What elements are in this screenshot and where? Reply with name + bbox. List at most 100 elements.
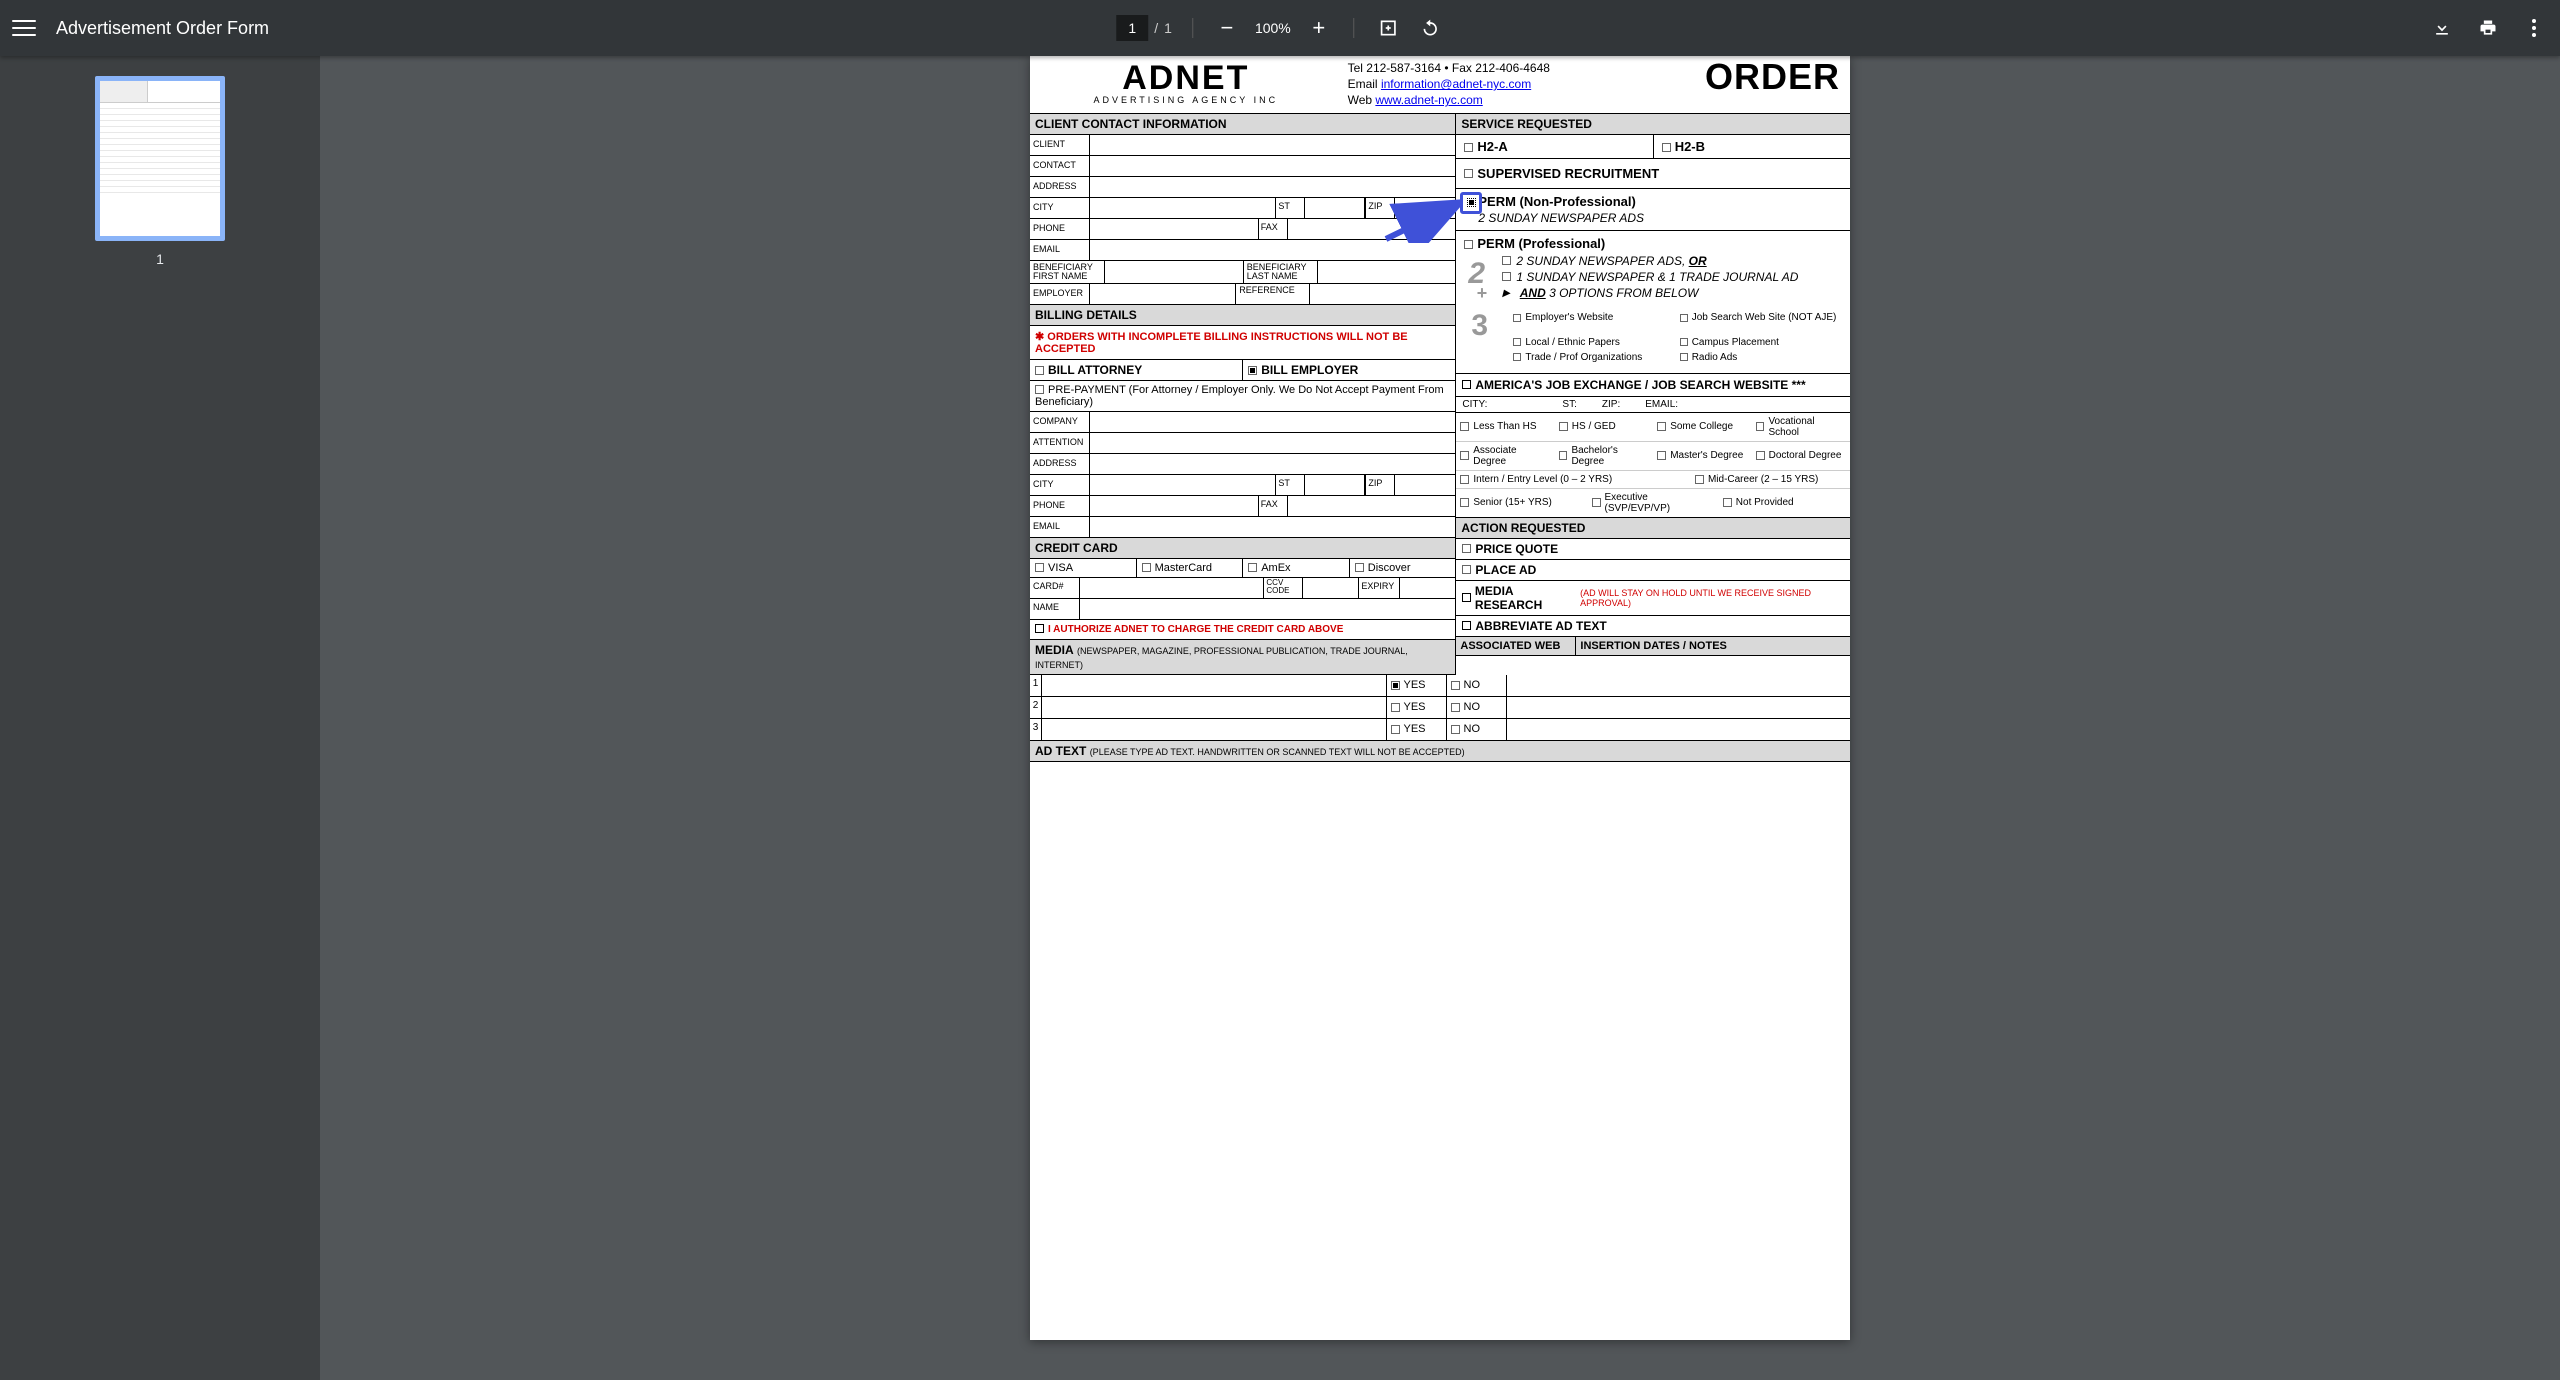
prepay-option[interactable]: PRE-PAYMENT (For Attorney / Employer Onl… — [1030, 381, 1455, 412]
media-num-2: 2 — [1030, 697, 1042, 718]
field-bene-first[interactable] — [1105, 261, 1243, 283]
notes-field-3[interactable] — [1506, 719, 1851, 740]
yn-no-1[interactable]: NO — [1446, 675, 1506, 696]
field-city[interactable] — [1090, 198, 1275, 218]
more-button[interactable] — [2520, 14, 2548, 42]
page-current-input[interactable] — [1116, 15, 1148, 41]
media-field-1[interactable] — [1042, 675, 1386, 696]
opt-job-search[interactable]: Job Search Web Site (NOT AJE) — [1678, 301, 1844, 335]
notes-field-2[interactable] — [1506, 697, 1851, 718]
svc-supervised[interactable]: SUPERVISED RECRUITMENT — [1456, 159, 1850, 189]
exp-midcareer[interactable]: Mid-Career (2 – 15 YRS) — [1691, 471, 1850, 489]
yn-yes-3[interactable]: YES — [1386, 719, 1446, 740]
checkbox-icon[interactable] — [1502, 272, 1511, 281]
exp-intern[interactable]: Intern / Entry Level (0 – 2 YRS) — [1456, 471, 1691, 489]
yn-yes-1[interactable]: YES — [1386, 675, 1446, 696]
edu-doctoral[interactable]: Doctoral Degree — [1752, 442, 1850, 471]
field-address2[interactable] — [1090, 454, 1455, 474]
checkbox-icon — [1559, 451, 1568, 460]
notes-field-1[interactable] — [1506, 675, 1851, 696]
media-field-3[interactable] — [1042, 719, 1386, 740]
edu-master[interactable]: Master's Degree — [1653, 442, 1751, 471]
edu-associate[interactable]: Associate Degree — [1456, 442, 1554, 471]
menu-icon[interactable] — [12, 16, 36, 40]
svc-h2b[interactable]: H2-B — [1654, 135, 1850, 158]
field-zip2[interactable] — [1395, 475, 1455, 495]
action-abbreviate[interactable]: ABBREVIATE AD TEXT — [1456, 616, 1850, 637]
field-fax2[interactable] — [1288, 496, 1456, 516]
svc-perm-nonpro[interactable]: PERM (Non-Professional) 2 SUNDAY NEWSPAP… — [1456, 189, 1850, 231]
field-email2[interactable] — [1090, 517, 1455, 537]
field-ccv[interactable] — [1303, 578, 1358, 598]
page-thumbnail-1[interactable] — [95, 76, 225, 241]
checkbox-icon — [1462, 621, 1471, 630]
cc-mastercard[interactable]: MasterCard — [1137, 559, 1244, 577]
bill-employer-option[interactable]: BILL EMPLOYER — [1243, 360, 1455, 380]
edu-bachelor[interactable]: Bachelor's Degree — [1555, 442, 1653, 471]
svc-aje[interactable]: AMERICA'S JOB EXCHANGE / JOB SEARCH WEBS… — [1456, 374, 1850, 397]
field-cc-name[interactable] — [1080, 599, 1455, 619]
web-link[interactable]: www.adnet-nyc.com — [1375, 93, 1482, 107]
cc-amex[interactable]: AmEx — [1243, 559, 1350, 577]
download-button[interactable] — [2428, 14, 2456, 42]
bill-attorney-option[interactable]: BILL ATTORNEY — [1030, 360, 1243, 380]
fit-page-button[interactable] — [1374, 14, 1402, 42]
opt-radio[interactable]: Radio Ads — [1678, 350, 1844, 365]
perm-p-title[interactable]: PERM (Professional) — [1456, 231, 1850, 253]
action-media-research[interactable]: MEDIA RESEARCH(AD WILL STAY ON HOLD UNTI… — [1456, 581, 1850, 616]
field-phone[interactable] — [1090, 219, 1258, 239]
edu-vocational[interactable]: Vocational School — [1752, 413, 1850, 442]
action-place-ad[interactable]: PLACE AD — [1456, 560, 1850, 581]
pdf-viewer[interactable]: ADNET ADVERTISING AGENCY INC Tel 212-587… — [320, 56, 2560, 1380]
field-email[interactable] — [1090, 240, 1455, 260]
field-company[interactable] — [1090, 412, 1455, 432]
yn-no-2[interactable]: NO — [1446, 697, 1506, 718]
field-st2[interactable] — [1305, 475, 1365, 495]
exp-not-provided[interactable]: Not Provided — [1719, 489, 1850, 517]
edu-hs-ged[interactable]: HS / GED — [1555, 413, 1653, 442]
edu-some-college[interactable]: Some College — [1653, 413, 1751, 442]
field-phone2[interactable] — [1090, 496, 1258, 516]
action-price-quote[interactable]: PRICE QUOTE — [1456, 539, 1850, 560]
field-zip[interactable] — [1395, 198, 1455, 218]
email-link[interactable]: information@adnet-nyc.com — [1381, 77, 1531, 91]
cc-authorize[interactable]: I AUTHORIZE ADNET TO CHARGE THE CREDIT C… — [1030, 620, 1455, 640]
opt-local-ethnic[interactable]: Local / Ethnic Papers — [1511, 335, 1677, 350]
rotate-button[interactable] — [1416, 14, 1444, 42]
cc-visa[interactable]: VISA — [1030, 559, 1137, 577]
checkbox-icon — [1460, 498, 1469, 507]
field-contact[interactable] — [1090, 156, 1455, 176]
media-field-2[interactable] — [1042, 697, 1386, 718]
print-button[interactable] — [2474, 14, 2502, 42]
hdr-insertion: INSERTION DATES / NOTES — [1576, 637, 1850, 655]
yn-no-3[interactable]: NO — [1446, 719, 1506, 740]
field-expiry[interactable] — [1400, 578, 1455, 598]
checkbox-icon[interactable] — [1502, 256, 1511, 265]
section-action: ACTION REQUESTED — [1456, 518, 1850, 539]
svc-h2a[interactable]: H2-A — [1456, 135, 1653, 158]
field-client[interactable] — [1090, 135, 1455, 155]
ad-text-body[interactable] — [1030, 762, 1850, 912]
field-bene-last[interactable] — [1318, 261, 1456, 283]
cc-discover[interactable]: Discover — [1350, 559, 1456, 577]
zoom-in-button[interactable]: + — [1305, 14, 1333, 42]
opt-campus[interactable]: Campus Placement — [1678, 335, 1844, 350]
opt-trade[interactable]: Trade / Prof Organizations — [1511, 350, 1677, 365]
section-service: SERVICE REQUESTED — [1456, 114, 1850, 135]
yn-yes-2[interactable]: YES — [1386, 697, 1446, 718]
exp-executive[interactable]: Executive (SVP/EVP/VP) — [1588, 489, 1719, 517]
exp-senior[interactable]: Senior (15+ YRS) — [1456, 489, 1587, 517]
field-fax[interactable] — [1288, 219, 1456, 239]
field-st[interactable] — [1305, 198, 1365, 218]
field-card-no[interactable] — [1080, 578, 1263, 598]
field-employer[interactable] — [1090, 284, 1235, 304]
zoom-out-button[interactable]: − — [1213, 14, 1241, 42]
edu-less-hs[interactable]: Less Than HS — [1456, 413, 1554, 442]
opt-employer-website[interactable]: Employer's Website — [1511, 301, 1677, 335]
section-billing: BILLING DETAILS — [1030, 305, 1455, 326]
web-prefix: Web — [1348, 93, 1376, 107]
field-city2[interactable] — [1090, 475, 1275, 495]
field-address[interactable] — [1090, 177, 1455, 197]
field-reference[interactable] — [1310, 284, 1455, 304]
field-attention[interactable] — [1090, 433, 1455, 453]
